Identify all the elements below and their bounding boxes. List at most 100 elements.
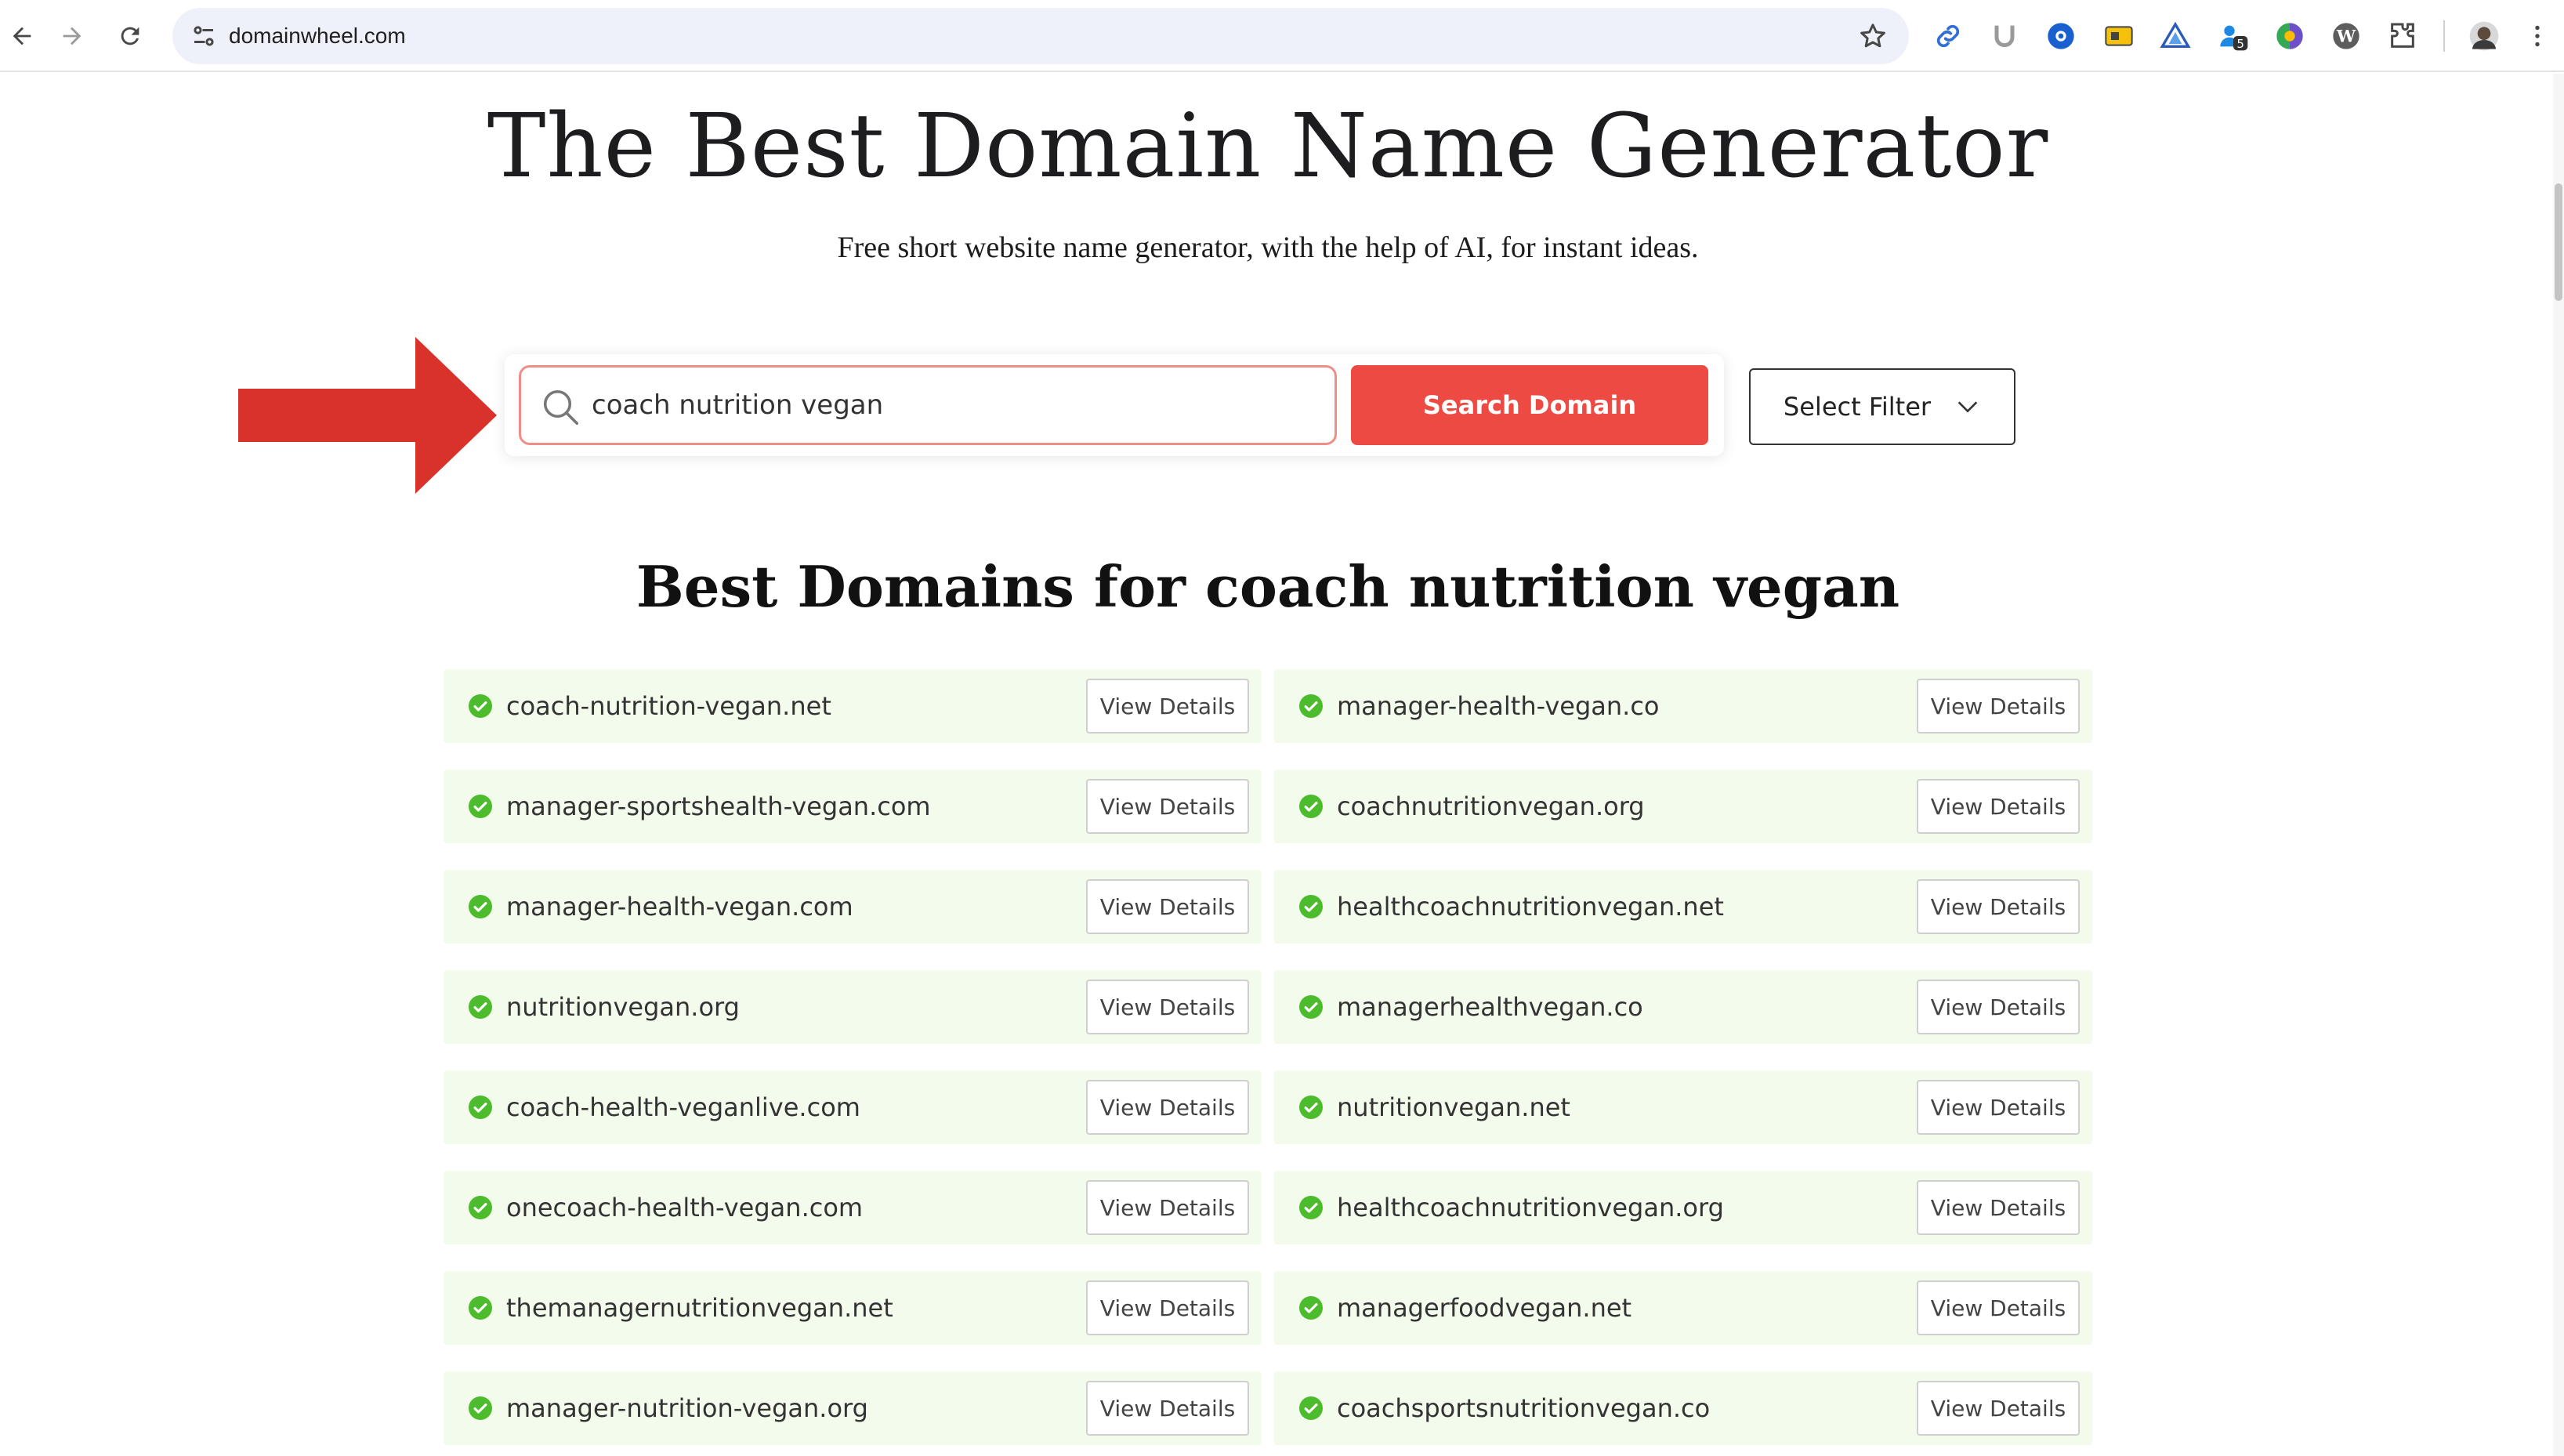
check-circle-icon <box>1299 1396 1323 1420</box>
back-button[interactable] <box>0 14 44 58</box>
domain-name: coachnutritionvegan.org <box>1337 791 1645 821</box>
chevron-down-icon <box>1957 401 1978 413</box>
check-circle-icon <box>1299 895 1323 918</box>
check-circle-icon <box>469 1096 492 1119</box>
domain-name: coachsportsnutritionvegan.co <box>1337 1393 1711 1423</box>
search-card: Search Domain <box>505 354 1724 456</box>
domain-result-item: themanagernutritionvegan.net View Details <box>444 1271 1262 1345</box>
check-circle-icon <box>469 1296 492 1320</box>
domain-results-grid: coach-nutrition-vegan.net View Details man… <box>444 669 2092 1445</box>
view-details-button[interactable]: View Details <box>1086 1180 1249 1235</box>
domain-name: manager-health-vegan.com <box>506 892 853 922</box>
results-heading-prefix: Best Domains for <box>636 553 1206 620</box>
puzzle-icon <box>2391 23 2414 48</box>
view-details-button[interactable]: View Details <box>1917 1381 2080 1436</box>
arrow-right-icon <box>63 27 81 45</box>
forward-button[interactable] <box>50 14 94 58</box>
yellow-box-icon <box>2105 26 2133 46</box>
search-input[interactable] <box>592 368 1297 443</box>
domain-name: manager-sportshealth-vegan.com <box>506 791 931 821</box>
link-extension[interactable] <box>1929 17 1967 55</box>
view-details-button[interactable]: View Details <box>1086 679 1249 733</box>
blue-circle-icon <box>2048 23 2074 49</box>
select-filter-dropdown[interactable]: Select Filter <box>1749 368 2015 445</box>
results-heading: Best Domains for coach nutrition vegan <box>0 553 2536 620</box>
domain-result-item: nutritionvegan.org View Details <box>444 970 1262 1044</box>
u-extension[interactable] <box>1986 17 2023 55</box>
red-arrow-icon <box>238 337 497 494</box>
browser-menu-button[interactable] <box>2523 17 2551 55</box>
address-bar[interactable]: domainwheel.com <box>172 8 1909 64</box>
badge-extension[interactable]: 5 <box>2215 17 2252 55</box>
search-domain-button[interactable]: Search Domain <box>1351 365 1708 445</box>
u-letter-icon <box>1994 25 2015 48</box>
triangle-extension[interactable] <box>2157 17 2194 55</box>
wordpress-icon: W <box>2333 23 2359 49</box>
browser-toolbar: domainwheel.com 5 W <box>0 0 2564 72</box>
domain-name: coach-health-veganlive.com <box>506 1092 860 1122</box>
check-circle-icon <box>1299 1096 1323 1119</box>
green-leaf-icon <box>2276 23 2303 49</box>
domain-result-item: nutritionvegan.net View Details <box>1274 1070 2092 1144</box>
domain-name: manager-nutrition-vegan.org <box>506 1393 868 1423</box>
domain-name: onecoach-health-vegan.com <box>506 1193 864 1222</box>
bookmark-star-icon[interactable] <box>1857 20 1889 52</box>
view-details-button[interactable]: View Details <box>1917 1080 2080 1135</box>
view-details-button[interactable]: View Details <box>1917 879 2080 934</box>
domain-result-item: managerhealthvegan.co View Details <box>1274 970 2092 1044</box>
domain-result-item: coach-health-veganlive.com View Details <box>444 1070 1262 1144</box>
view-details-button[interactable]: View Details <box>1086 980 1249 1034</box>
view-details-button[interactable]: View Details <box>1917 980 2080 1034</box>
more-vert-icon <box>2535 25 2540 47</box>
profile-avatar[interactable] <box>2465 17 2503 55</box>
results-heading-query: coach nutrition vegan <box>1205 553 1900 620</box>
link-icon <box>1936 24 1960 48</box>
check-circle-icon <box>469 995 492 1019</box>
check-circle-icon <box>469 1196 492 1219</box>
view-details-button[interactable]: View Details <box>1917 779 2080 834</box>
domain-name: themanagernutritionvegan.net <box>506 1293 893 1323</box>
green-extension[interactable] <box>2271 17 2309 55</box>
view-details-button[interactable]: View Details <box>1086 779 1249 834</box>
page-title: The Best Domain Name Generator <box>487 96 2049 197</box>
site-info-icon[interactable] <box>190 22 218 50</box>
check-circle-icon <box>1299 694 1323 718</box>
view-details-button[interactable]: View Details <box>1086 1381 1249 1436</box>
arrow-left-icon <box>13 27 31 45</box>
domain-result-item: manager-nutrition-vegan.org View Details <box>444 1371 1262 1445</box>
wordpress-extension[interactable]: W <box>2327 17 2365 55</box>
page-scrollbar[interactable] <box>2553 74 2564 1456</box>
extension-badge-count: 5 <box>2236 37 2244 51</box>
blue-extension[interactable] <box>2042 17 2080 55</box>
domain-name: managerfoodvegan.net <box>1337 1293 1632 1323</box>
domain-result-item: coach-nutrition-vegan.net View Details <box>444 669 1262 743</box>
domain-name: managerhealthvegan.co <box>1337 992 1643 1022</box>
domain-name: manager-health-vegan.co <box>1337 691 1660 721</box>
url-text: domainwheel.com <box>229 24 406 48</box>
person-badge-icon: 5 <box>2220 25 2248 51</box>
page-subtitle: Free short website name generator, with … <box>837 231 1699 264</box>
scrollbar-thumb[interactable] <box>2555 183 2562 301</box>
view-details-button[interactable]: View Details <box>1086 1080 1249 1135</box>
view-details-button[interactable]: View Details <box>1086 879 1249 934</box>
check-circle-icon <box>1299 795 1323 818</box>
view-details-button[interactable]: View Details <box>1917 1280 2080 1335</box>
check-circle-icon <box>1299 1196 1323 1219</box>
view-details-button[interactable]: View Details <box>1086 1280 1249 1335</box>
yellow-extension[interactable] <box>2100 17 2138 55</box>
toolbar-divider <box>2443 20 2445 52</box>
domain-result-item: coachsportsnutritionvegan.co View Details <box>1274 1371 2092 1445</box>
search-box[interactable] <box>519 365 1337 445</box>
check-circle-icon <box>1299 1296 1323 1320</box>
domain-result-item: manager-health-vegan.co View Details <box>1274 669 2092 743</box>
extensions-button[interactable] <box>2384 17 2421 55</box>
reload-button[interactable] <box>108 14 152 58</box>
check-circle-icon <box>469 795 492 818</box>
domain-name: healthcoachnutritionvegan.net <box>1337 892 1724 922</box>
view-details-button[interactable]: View Details <box>1917 679 2080 733</box>
domain-name: healthcoachnutritionvegan.org <box>1337 1193 1724 1222</box>
domain-result-item: onecoach-health-vegan.com View Details <box>444 1171 1262 1244</box>
view-details-button[interactable]: View Details <box>1917 1180 2080 1235</box>
triangle-icon <box>2160 21 2191 48</box>
select-filter-label: Select Filter <box>1783 392 1932 422</box>
